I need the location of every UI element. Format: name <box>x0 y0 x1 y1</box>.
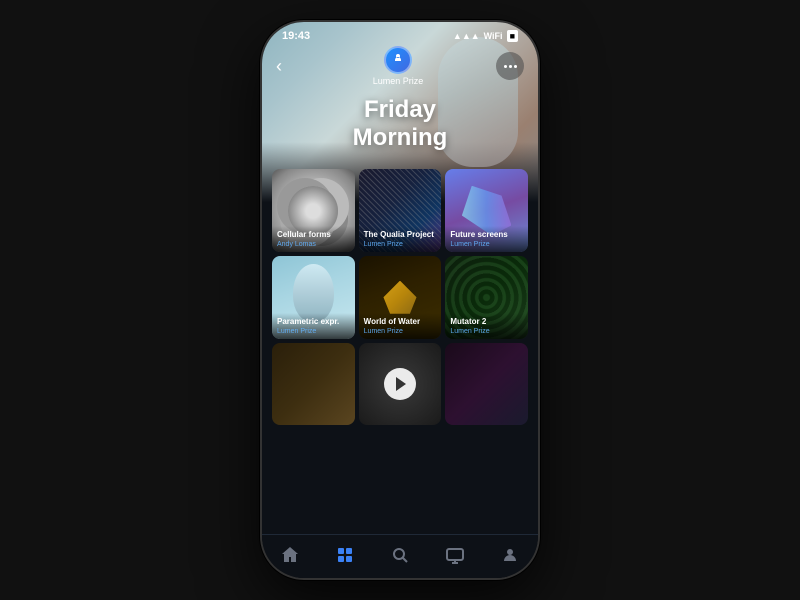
greeting-text: Friday Morning <box>276 96 524 151</box>
status-bar: 19:43 ▲▲▲ WiFi ■ <box>262 22 538 46</box>
grid-item-7[interactable] <box>359 343 442 426</box>
item-overlay-4: World of WaterLumen Prize <box>359 313 442 339</box>
item-title-3: Parametric expr. <box>277 317 350 327</box>
signal-icon: ▲▲▲ <box>453 31 480 41</box>
item-subtitle-3: Lumen Prize <box>277 328 350 335</box>
profile-name: Lumen Prize <box>373 76 424 86</box>
artwork-grid: Cellular formsAndy LomasThe Qualia Proje… <box>272 169 528 425</box>
battery-icon: ■ <box>507 30 518 42</box>
wifi-icon: WiFi <box>484 31 503 41</box>
search-nav-icon <box>390 545 410 568</box>
status-icons: ▲▲▲ WiFi ■ <box>453 30 518 42</box>
dot-2 <box>509 65 512 68</box>
dot-1 <box>504 65 507 68</box>
profile-icon <box>384 46 412 74</box>
item-overlay-2: Future screensLumen Prize <box>445 226 528 252</box>
status-time: 19:43 <box>282 30 310 42</box>
back-button[interactable]: ‹ <box>276 56 300 77</box>
item-title-4: World of Water <box>364 317 437 327</box>
search-nav[interactable] <box>382 543 418 570</box>
screen-nav-icon <box>445 545 465 568</box>
item-overlay-0: Cellular formsAndy Lomas <box>272 226 355 252</box>
item-title-1: The Qualia Project <box>364 230 437 240</box>
screen-nav[interactable] <box>437 543 473 570</box>
item-overlay-5: Mutator 2Lumen Prize <box>445 313 528 339</box>
item-title-2: Future screens <box>450 230 523 240</box>
grid-item-8[interactable] <box>445 343 528 426</box>
grid-item-2[interactable]: Future screensLumen Prize <box>445 169 528 252</box>
artwork-bg-6 <box>272 343 355 426</box>
item-overlay-1: The Qualia ProjectLumen Prize <box>359 226 442 252</box>
phone-device: 19:43 ▲▲▲ WiFi ■ ‹ Lumen Prize <box>260 20 540 580</box>
grid-item-4[interactable]: World of WaterLumen Prize <box>359 256 442 339</box>
dot-3 <box>514 65 517 68</box>
item-overlay-3: Parametric expr.Lumen Prize <box>272 313 355 339</box>
grid-item-5[interactable]: Mutator 2Lumen Prize <box>445 256 528 339</box>
artwork-bg-8 <box>445 343 528 426</box>
grid-item-3[interactable]: Parametric expr.Lumen Prize <box>272 256 355 339</box>
play-button[interactable] <box>384 368 416 400</box>
grid-nav-icon <box>335 545 355 568</box>
greeting-line1: Friday <box>364 96 436 123</box>
grid-nav[interactable] <box>327 543 363 570</box>
item-subtitle-0: Andy Lomas <box>277 241 350 248</box>
item-subtitle-5: Lumen Prize <box>450 328 523 335</box>
item-subtitle-1: Lumen Prize <box>364 241 437 248</box>
grid-item-1[interactable]: The Qualia ProjectLumen Prize <box>359 169 442 252</box>
grid-item-0[interactable]: Cellular formsAndy Lomas <box>272 169 355 252</box>
item-title-5: Mutator 2 <box>450 317 523 327</box>
home-nav-icon <box>280 545 300 568</box>
play-triangle-icon <box>396 377 406 391</box>
item-title-0: Cellular forms <box>277 230 350 240</box>
profile-nav[interactable] <box>492 543 528 570</box>
item-subtitle-4: Lumen Prize <box>364 328 437 335</box>
greeting-line2: Morning <box>353 124 448 151</box>
phone-screen: ‹ Lumen Prize Friday Morning <box>262 22 538 578</box>
bottom-navigation <box>262 534 538 578</box>
grid-item-6[interactable] <box>272 343 355 426</box>
profile-area[interactable]: Lumen Prize <box>373 46 424 86</box>
content-area[interactable]: Cellular formsAndy LomasThe Qualia Proje… <box>262 161 538 534</box>
more-button[interactable] <box>496 52 524 80</box>
top-nav: ‹ Lumen Prize <box>276 46 524 86</box>
item-subtitle-2: Lumen Prize <box>450 241 523 248</box>
profile-nav-icon <box>500 545 520 568</box>
home-nav[interactable] <box>272 543 308 570</box>
